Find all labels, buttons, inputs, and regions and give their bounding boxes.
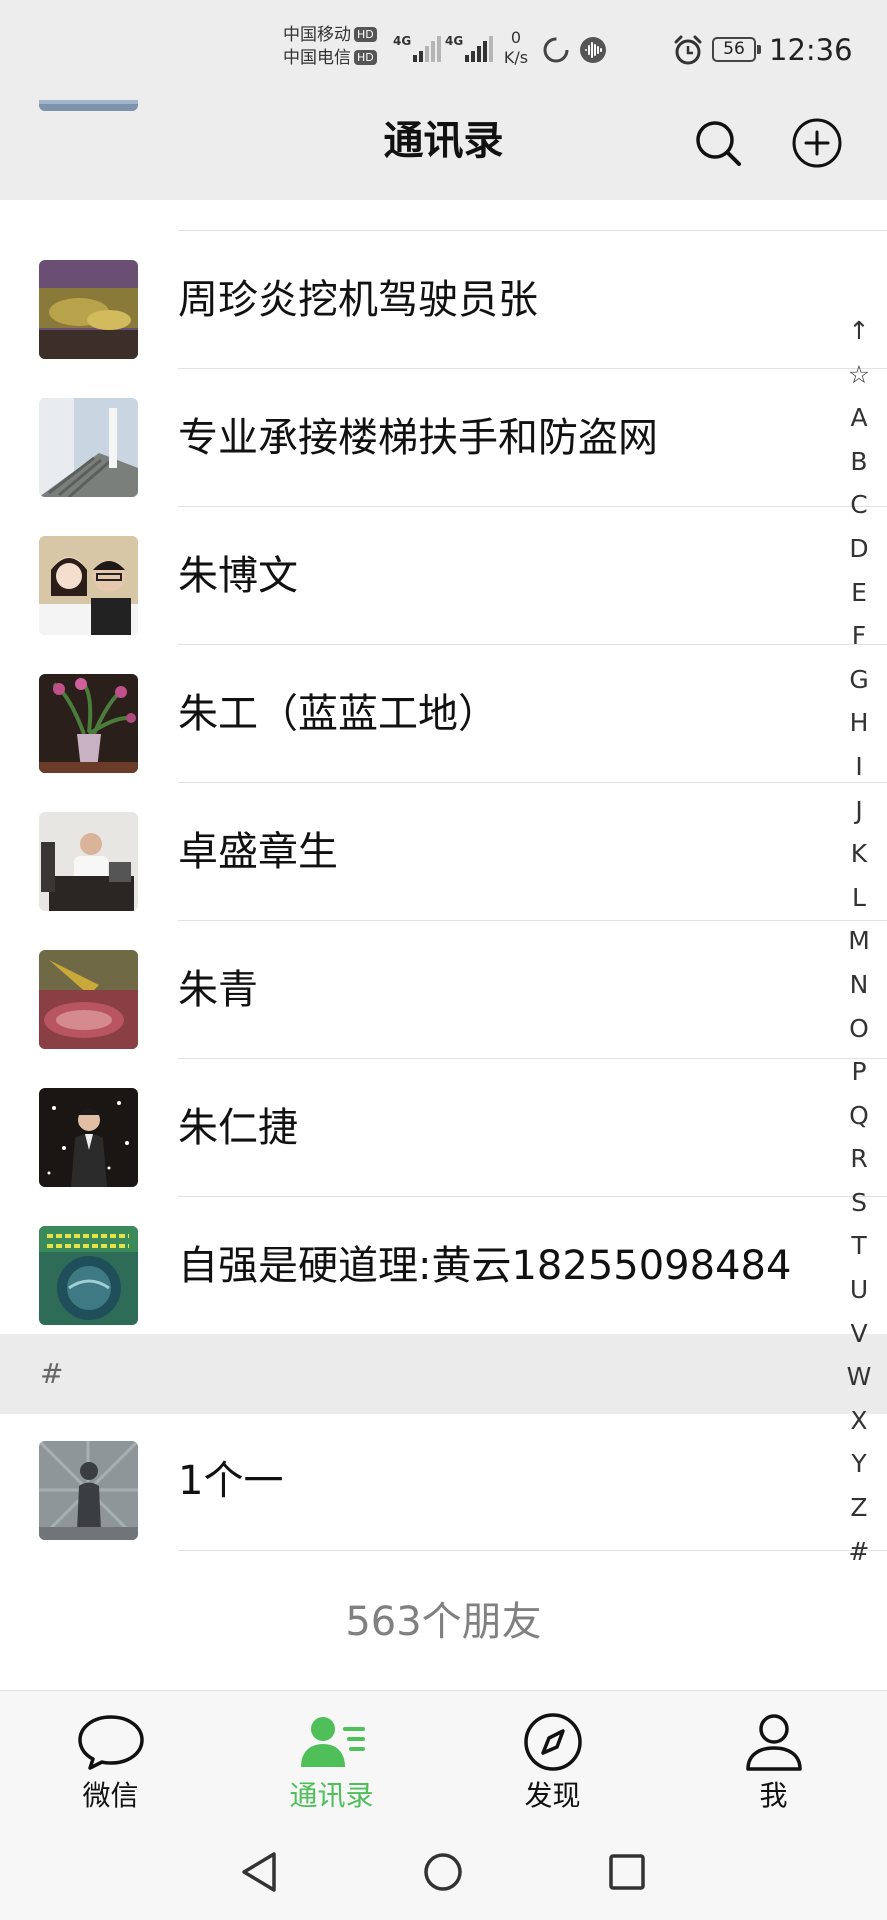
index-letter[interactable]: A	[840, 396, 878, 440]
avatar	[39, 398, 138, 497]
list-item[interactable]: 朱工（蓝蓝工地）	[0, 645, 887, 783]
index-letter[interactable]: D	[840, 527, 878, 571]
index-letter[interactable]: C	[840, 483, 878, 527]
index-letter[interactable]: H	[840, 701, 878, 745]
tab-wechat[interactable]: 微信	[0, 1691, 221, 1827]
index-letter[interactable]: B	[840, 440, 878, 484]
index-letter[interactable]: F	[840, 614, 878, 658]
signal-2-icon: 4G	[445, 30, 497, 64]
contact-name: 朱青	[178, 967, 258, 1013]
divider	[178, 1550, 887, 1551]
tab-label: 通讯录	[289, 1779, 374, 1812]
index-letter[interactable]: ☆	[840, 353, 878, 397]
list-item[interactable]: 朱博文	[0, 507, 887, 645]
tab-discover[interactable]: 发现	[442, 1691, 663, 1827]
list-item[interactable]: 1个一	[0, 1412, 887, 1550]
avatar	[39, 812, 138, 911]
alphabet-index[interactable]: ↑ ☆ A B C D E F G H I J K L M N O P Q R S T U V W X Y Z #	[840, 309, 878, 1573]
tab-label: 微信	[82, 1779, 139, 1812]
avatar	[39, 950, 138, 1049]
index-letter[interactable]: W	[840, 1355, 878, 1399]
contact-name: 朱仁捷	[178, 1105, 298, 1151]
tab-contacts[interactable]: 通讯录	[221, 1691, 442, 1827]
signal-1-icon: 4G	[393, 30, 445, 64]
carrier-1: 中国移动	[283, 25, 351, 45]
index-letter[interactable]: K	[840, 832, 878, 876]
contact-name: 1个一	[178, 1458, 284, 1504]
index-letter[interactable]: N	[840, 963, 878, 1007]
audio-wave-icon	[580, 37, 606, 63]
list-item[interactable]: 自强是硬道理:黄云18255098484	[0, 1197, 887, 1335]
index-letter[interactable]: J	[840, 789, 878, 833]
index-letter[interactable]: ↑	[840, 309, 878, 353]
avatar	[39, 1088, 138, 1187]
back-button[interactable]	[230, 1844, 286, 1900]
system-navigation-bar	[0, 1826, 887, 1920]
index-letter[interactable]: Y	[840, 1442, 878, 1486]
avatar	[39, 674, 138, 773]
compass-icon	[524, 1713, 582, 1771]
avatar	[39, 536, 138, 635]
section-header-hash: #	[0, 1334, 887, 1414]
contacts-icon	[301, 1717, 365, 1767]
avatar	[39, 1226, 138, 1325]
index-letter[interactable]: R	[840, 1137, 878, 1181]
chat-bubble-icon	[78, 1715, 144, 1770]
avatar	[39, 100, 138, 111]
index-letter[interactable]: G	[840, 658, 878, 702]
list-item[interactable]: 专业承接楼梯扶手和防盗网	[0, 369, 887, 507]
battery-indicator: 56	[712, 37, 761, 62]
contact-name: 朱工（蓝蓝工地）	[178, 691, 498, 737]
index-letter[interactable]: P	[840, 1050, 878, 1094]
home-button[interactable]	[415, 1844, 471, 1900]
index-letter[interactable]: S	[840, 1181, 878, 1225]
index-letter[interactable]: #	[840, 1530, 878, 1574]
avatar	[39, 1441, 138, 1540]
network-speed: 0 K/s	[503, 28, 529, 67]
contact-name: 卓盛章生	[178, 829, 338, 875]
section-label: #	[40, 1357, 64, 1390]
hd-badge: HD	[354, 27, 377, 42]
hd-badge: HD	[354, 50, 377, 65]
index-letter[interactable]: O	[840, 1007, 878, 1051]
list-item[interactable]: 周珍炎挖机驾驶员张	[0, 231, 887, 369]
index-letter[interactable]: E	[840, 571, 878, 615]
index-letter[interactable]: Z	[840, 1486, 878, 1530]
sync-icon	[543, 37, 569, 63]
avatar	[39, 260, 138, 359]
index-letter[interactable]: Q	[840, 1094, 878, 1138]
status-bar: 中国移动 HD 中国电信 HD 4G 4G 0 K/s 56 12:36	[0, 0, 887, 98]
alarm-icon	[674, 35, 702, 65]
contact-name: 自强是硬道理:黄云18255098484	[178, 1243, 792, 1289]
bottom-tab-bar: 微信 通讯录 发现 我	[0, 1690, 887, 1826]
index-letter[interactable]: L	[840, 876, 878, 920]
tab-me[interactable]: 我	[663, 1691, 884, 1827]
recents-button[interactable]	[599, 1844, 655, 1900]
carrier-2: 中国电信	[283, 48, 351, 68]
index-letter[interactable]: U	[840, 1268, 878, 1312]
contact-name: 朱博文	[178, 553, 298, 599]
friend-count: 563个朋友	[345, 1599, 542, 1645]
contacts-screen: 中国移动 HD 中国电信 HD 4G 4G 0 K/s 56 12:36 通讯录…	[0, 0, 887, 1920]
person-icon	[746, 1714, 802, 1771]
index-letter[interactable]: V	[840, 1312, 878, 1356]
index-letter[interactable]: X	[840, 1399, 878, 1443]
contact-name: 周珍炎挖机驾驶员张	[178, 277, 538, 323]
tab-label: 发现	[524, 1779, 581, 1812]
list-item[interactable]	[0, 100, 887, 200]
carrier-info: 中国移动 HD 中国电信 HD	[283, 24, 377, 70]
index-letter[interactable]: T	[840, 1224, 878, 1268]
contact-name: 专业承接楼梯扶手和防盗网	[178, 415, 658, 461]
index-letter[interactable]: I	[840, 745, 878, 789]
list-item[interactable]: 朱青	[0, 921, 887, 1059]
status-time: 12:36	[769, 33, 853, 67]
tab-label: 我	[759, 1779, 788, 1812]
list-item[interactable]: 卓盛章生	[0, 783, 887, 921]
index-letter[interactable]: M	[840, 919, 878, 963]
list-item[interactable]: 朱仁捷	[0, 1059, 887, 1197]
